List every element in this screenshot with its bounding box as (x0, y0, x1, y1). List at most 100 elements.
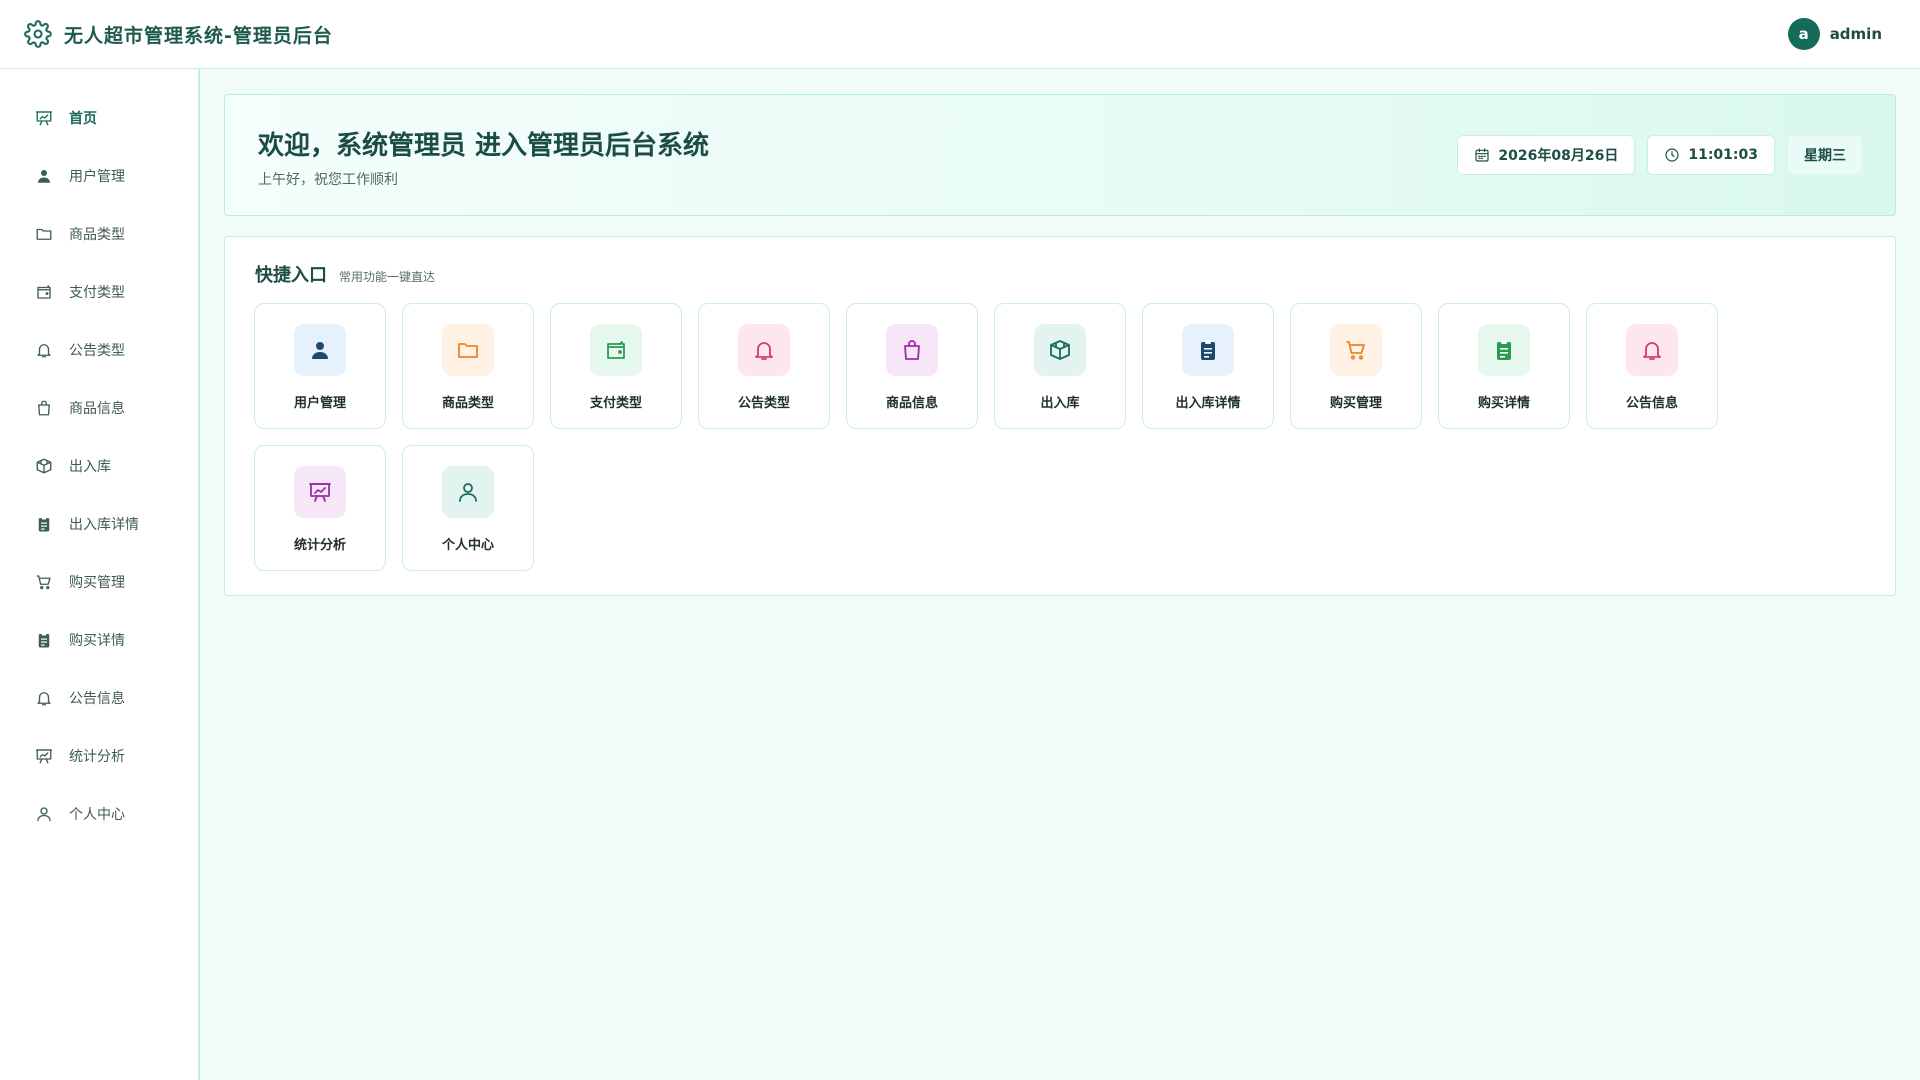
quick-access-grid: 用户管理 商品类型 支付类型 公告类型 商品信息 出入库 出入库详情 购买管理 购买详情 公告信息… (254, 303, 1872, 587)
clipboard-icon (35, 515, 53, 533)
quick-card-0[interactable]: 用户管理 (254, 303, 386, 429)
sidebar-item-5[interactable]: 商品信息 (0, 379, 198, 437)
welcome-subtitle: 上午好，祝您工作顺利 (258, 172, 398, 188)
username[interactable]: admin (1830, 25, 1882, 43)
quick-card-9[interactable]: 公告信息 (1586, 303, 1718, 429)
gear-icon[interactable] (24, 20, 52, 48)
clipboard-icon (35, 631, 53, 649)
clipboard-icon (1478, 324, 1530, 376)
quick-card-label: 公告类型 (737, 396, 790, 411)
date-text: 2026年08月26日 (1498, 148, 1619, 164)
sidebar-item-label: 商品信息 (69, 401, 125, 417)
quick-card-label: 公告信息 (1625, 396, 1678, 411)
shopping-bag-icon (35, 399, 53, 417)
app-title: 无人超市管理系统-管理员后台 (64, 24, 333, 47)
sidebar-item-12[interactable]: 个人中心 (0, 785, 198, 843)
welcome-banner: 欢迎，系统管理员 进入管理员后台系统 上午好，祝您工作顺利 2026年08月26… (224, 94, 1896, 216)
chart-board-icon (35, 747, 53, 765)
sidebar-item-label: 商品类型 (69, 227, 125, 243)
sidebar-item-8[interactable]: 购买管理 (0, 553, 198, 611)
user-filled-icon (35, 167, 53, 185)
sidebar-item-label: 用户管理 (69, 169, 125, 185)
sidebar-item-1[interactable]: 用户管理 (0, 147, 198, 205)
quick-card-4[interactable]: 商品信息 (846, 303, 978, 429)
quick-access-title: 快捷入口 (255, 265, 327, 286)
cart-icon (35, 573, 53, 591)
calendar-icon (1475, 148, 1490, 162)
sidebar-item-3[interactable]: 支付类型 (0, 263, 198, 321)
weekday-text: 星期三 (1804, 148, 1846, 164)
sidebar-item-label: 公告类型 (69, 343, 125, 359)
quick-access-subtitle: 常用功能一键直达 (339, 270, 436, 284)
cart-icon (1330, 324, 1382, 376)
quick-card-label: 购买详情 (1477, 396, 1530, 411)
date-pill: 2026年08月26日 (1457, 135, 1636, 175)
sidebar-item-4[interactable]: 公告类型 (0, 321, 198, 379)
quick-card-7[interactable]: 购买管理 (1290, 303, 1422, 429)
sidebar-item-label: 购买管理 (69, 575, 125, 591)
shopping-bag-icon (886, 324, 938, 376)
sidebar-item-label: 支付类型 (69, 285, 125, 301)
folder-icon (442, 324, 494, 376)
user-filled-icon (294, 324, 346, 376)
quick-card-label: 商品类型 (441, 396, 494, 411)
sidebar-item-10[interactable]: 公告信息 (0, 669, 198, 727)
quick-card-5[interactable]: 出入库 (994, 303, 1126, 429)
date-time-pills: 2026年08月26日 11:01:03 星期三 (1445, 135, 1863, 175)
bell-icon (35, 689, 53, 707)
sidebar-item-label: 统计分析 (69, 749, 125, 765)
welcome-title: 欢迎，系统管理员 进入管理员后台系统 (258, 131, 710, 161)
sidebar-item-0[interactable]: 首页 (0, 89, 198, 147)
quick-card-8[interactable]: 购买详情 (1438, 303, 1570, 429)
quick-card-label: 统计分析 (293, 538, 346, 553)
sidebar-item-11[interactable]: 统计分析 (0, 727, 198, 785)
bell-icon (35, 341, 53, 359)
quick-card-label: 个人中心 (441, 538, 494, 553)
quick-card-label: 用户管理 (293, 396, 346, 411)
quick-card-10[interactable]: 统计分析 (254, 445, 386, 571)
time-text: 11:01:03 (1688, 147, 1758, 163)
bell-icon (738, 324, 790, 376)
sidebar-item-6[interactable]: 出入库 (0, 437, 198, 495)
sidebar-item-2[interactable]: 商品类型 (0, 205, 198, 263)
quick-card-label: 出入库 (1040, 396, 1080, 411)
chart-board-icon (35, 109, 53, 127)
quick-card-label: 支付类型 (589, 396, 642, 411)
box-icon (35, 457, 53, 475)
user-outline-icon (442, 466, 494, 518)
sidebar-item-label: 出入库详情 (69, 517, 139, 533)
sidebar-item-label: 个人中心 (69, 807, 125, 823)
clipboard-icon (1182, 324, 1234, 376)
brand: 无人超市管理系统-管理员后台 (24, 20, 333, 48)
quick-card-1[interactable]: 商品类型 (402, 303, 534, 429)
quick-card-3[interactable]: 公告类型 (698, 303, 830, 429)
sidebar-item-9[interactable]: 购买详情 (0, 611, 198, 669)
quick-access-panel: 快捷入口 常用功能一键直达 用户管理 商品类型 支付类型 公告类型 商品信息 出入库 出入库… (224, 236, 1896, 596)
user-outline-icon (35, 805, 53, 823)
weekday-pill: 星期三 (1787, 135, 1863, 175)
time-pill: 11:01:03 (1647, 135, 1775, 175)
quick-access-header: 快捷入口 常用功能一键直达 (255, 261, 435, 287)
sidebar-item-label: 公告信息 (69, 691, 125, 707)
folder-icon (35, 225, 53, 243)
chart-board-icon (294, 466, 346, 518)
sidebar-item-label: 购买详情 (69, 633, 125, 649)
box-icon (1034, 324, 1086, 376)
avatar[interactable]: a (1787, 18, 1820, 50)
quick-card-label: 出入库详情 (1175, 396, 1241, 411)
sidebar-item-label: 出入库 (69, 459, 111, 475)
wallet-icon (590, 324, 642, 376)
top-header: 无人超市管理系统-管理员后台 a admin (0, 0, 1920, 69)
quick-card-2[interactable]: 支付类型 (550, 303, 682, 429)
sidebar-item-label: 首页 (69, 111, 97, 127)
wallet-icon (35, 283, 53, 301)
clock-icon (1665, 148, 1679, 162)
bell-icon (1626, 324, 1678, 376)
user-menu[interactable]: a admin (1787, 18, 1882, 50)
sidebar-item-7[interactable]: 出入库详情 (0, 495, 198, 553)
sidebar: 首页用户管理商品类型支付类型公告类型商品信息出入库出入库详情购买管理购买详情公告… (0, 69, 200, 1080)
quick-card-label: 购买管理 (1329, 396, 1382, 411)
quick-card-11[interactable]: 个人中心 (402, 445, 534, 571)
quick-card-label: 商品信息 (885, 396, 938, 411)
quick-card-6[interactable]: 出入库详情 (1142, 303, 1274, 429)
